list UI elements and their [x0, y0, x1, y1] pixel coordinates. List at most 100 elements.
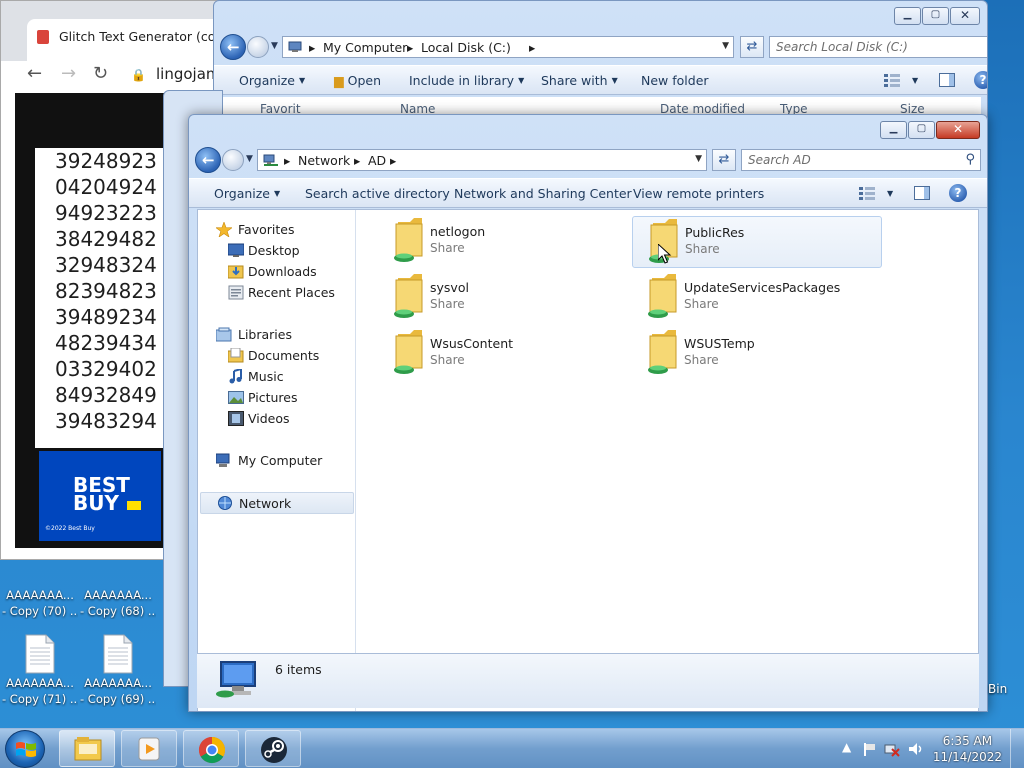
- taskbar-media-player[interactable]: [121, 730, 177, 767]
- close-button[interactable]: ✕: [936, 121, 980, 139]
- nav-my-computer[interactable]: My Computer: [198, 451, 354, 471]
- breadcrumb-ad[interactable]: AD: [368, 153, 386, 168]
- desktop-file-copy-70[interactable]: AAAAAAA... - Copy (70) ...: [2, 546, 78, 624]
- network-sharing-center-button[interactable]: Network and Sharing Center: [454, 186, 632, 201]
- view-options-icon[interactable]: [859, 186, 875, 200]
- taskbar-chrome[interactable]: [183, 730, 239, 767]
- chrome-tab[interactable]: Glitch Text Generator (copy ar: [27, 19, 224, 61]
- include-in-library-button[interactable]: Include in library ▼: [409, 73, 524, 88]
- nav-row: ← ▼ ▸ Network ▸ AD ▸ ▼ ⇄ Search AD ⚲: [195, 147, 981, 175]
- taskbar-explorer[interactable]: [59, 730, 115, 767]
- close-button[interactable]: ✕: [950, 7, 980, 25]
- back-button[interactable]: ←: [195, 147, 221, 173]
- shared-folder-icon: [394, 218, 423, 262]
- share-item-wsuscontent[interactable]: WsusContent Share: [378, 328, 628, 380]
- organize-button[interactable]: Organize ▼: [214, 186, 280, 201]
- maximize-button[interactable]: ▢: [908, 121, 935, 139]
- digit-line: 39248923: [55, 149, 157, 173]
- search-input[interactable]: Search AD ⚲: [741, 149, 981, 171]
- nav-recent-places[interactable]: Recent Places: [198, 283, 354, 303]
- bestbuy-ad[interactable]: BEST BUY ©2022 Best Buy: [39, 451, 161, 541]
- show-desktop-button[interactable]: [1010, 729, 1024, 768]
- refresh-button[interactable]: ⇄: [712, 149, 736, 171]
- share-item-updateservicespackages[interactable]: UpdateServicesPackages Share: [632, 272, 882, 324]
- back-button[interactable]: ←: [220, 34, 246, 60]
- view-options-icon[interactable]: [884, 73, 900, 87]
- nav-downloads[interactable]: Downloads: [198, 262, 354, 282]
- recycle-bin-label[interactable]: Bin: [988, 682, 1007, 696]
- address-bar[interactable]: ▸ Network ▸ AD ▸ ▼: [257, 149, 707, 171]
- videos-icon: [228, 411, 244, 426]
- address-dropdown-icon[interactable]: ▼: [722, 41, 729, 51]
- breadcrumb-local-disk[interactable]: Local Disk (C:): [421, 40, 511, 55]
- volume-icon[interactable]: [908, 741, 924, 757]
- digit-line: 38429482: [55, 227, 157, 251]
- minimize-button[interactable]: ▁: [880, 121, 907, 139]
- nav-documents[interactable]: Documents: [198, 346, 354, 366]
- desktop-file-copy-71[interactable]: AAAAAAA... - Copy (71) ...: [2, 634, 78, 712]
- back-arrow-icon[interactable]: ←: [27, 63, 42, 84]
- open-button[interactable]: ▆ Open: [334, 73, 381, 88]
- start-button[interactable]: [5, 730, 45, 768]
- nav-music[interactable]: Music: [198, 367, 354, 387]
- view-remote-printers-button[interactable]: View remote printers: [633, 186, 764, 201]
- forward-button[interactable]: [222, 149, 244, 171]
- bestbuy-tag-icon: [127, 501, 141, 510]
- nav-videos[interactable]: Videos: [198, 409, 354, 429]
- new-folder-button[interactable]: New folder: [641, 73, 709, 88]
- nav-pictures[interactable]: Pictures: [198, 388, 354, 408]
- preview-pane-icon[interactable]: [914, 186, 930, 200]
- reload-icon[interactable]: ↻: [93, 63, 108, 84]
- address-bar[interactable]: ▸ My Computer ▸ Local Disk (C:) ▸ ▼: [282, 36, 734, 58]
- lock-icon: 🔒: [131, 68, 146, 82]
- digit-line: 39483294: [55, 409, 157, 433]
- share-item-netlogon[interactable]: netlogon Share: [378, 216, 628, 268]
- desktop-icon: [228, 243, 244, 257]
- bestbuy-logo: BEST BUY: [73, 473, 130, 515]
- share-item-wsustemp[interactable]: WSUSTemp Share: [632, 328, 882, 380]
- star-icon: [216, 222, 232, 237]
- organize-button[interactable]: Organize ▼: [239, 73, 305, 88]
- computer-icon: [288, 41, 302, 52]
- help-icon[interactable]: ?: [974, 71, 987, 89]
- documents-icon: [228, 348, 244, 363]
- digit-line: 94923223: [55, 201, 157, 225]
- help-icon[interactable]: ?: [949, 184, 967, 202]
- minimize-button[interactable]: ▁: [894, 7, 921, 25]
- action-center-flag-icon[interactable]: [862, 741, 878, 757]
- search-input[interactable]: Search Local Disk (C:) ⚲: [769, 36, 987, 58]
- search-active-directory-button[interactable]: Search active directory: [305, 186, 450, 201]
- maximize-button[interactable]: ▢: [922, 7, 949, 25]
- command-bar: Organize ▼ ▆ Open Include in library ▼ Sha…: [214, 65, 987, 95]
- share-with-button[interactable]: Share with ▼: [541, 73, 618, 88]
- refresh-button[interactable]: ⇄: [740, 36, 764, 58]
- media-player-icon: [138, 737, 160, 761]
- view-dropdown-icon[interactable]: ▼: [908, 73, 918, 88]
- forward-button[interactable]: [247, 36, 269, 58]
- recent-pages-icon[interactable]: ▼: [246, 154, 253, 164]
- desktop-file-copy-69[interactable]: AAAAAAA... - Copy (69) ...: [80, 634, 156, 712]
- forward-arrow-icon[interactable]: →: [61, 63, 76, 84]
- share-item-sysvol[interactable]: sysvol Share: [378, 272, 628, 324]
- recent-pages-icon[interactable]: ▼: [271, 41, 278, 51]
- nav-libraries[interactable]: Libraries: [198, 325, 354, 345]
- view-dropdown-icon[interactable]: ▼: [883, 186, 893, 201]
- clock-time: 6:35 AM: [942, 734, 993, 748]
- clock[interactable]: 6:35 AM 11/14/2022: [933, 733, 1002, 765]
- computer-icon: [216, 453, 230, 467]
- shared-folder-icon: [648, 330, 677, 374]
- lingojam-favicon-icon: [37, 30, 49, 44]
- breadcrumb-network[interactable]: Network: [298, 153, 350, 168]
- show-hidden-icons-icon[interactable]: ▲: [842, 740, 851, 754]
- breadcrumb-my-computer[interactable]: My Computer: [323, 40, 407, 55]
- preview-pane-icon[interactable]: [939, 73, 955, 87]
- nav-network[interactable]: Network: [200, 492, 354, 514]
- music-icon: [229, 369, 242, 384]
- nav-desktop[interactable]: Desktop: [198, 241, 354, 261]
- address-dropdown-icon[interactable]: ▼: [695, 154, 702, 164]
- network-disconnected-icon[interactable]: [884, 741, 900, 757]
- nav-favorites[interactable]: Favorites: [198, 220, 354, 240]
- desktop-file-copy-68[interactable]: AAAAAAA... - Copy (68) ...: [80, 546, 156, 624]
- caption-buttons: ▁ ▢ ✕: [893, 7, 980, 25]
- taskbar-steam[interactable]: [245, 730, 301, 767]
